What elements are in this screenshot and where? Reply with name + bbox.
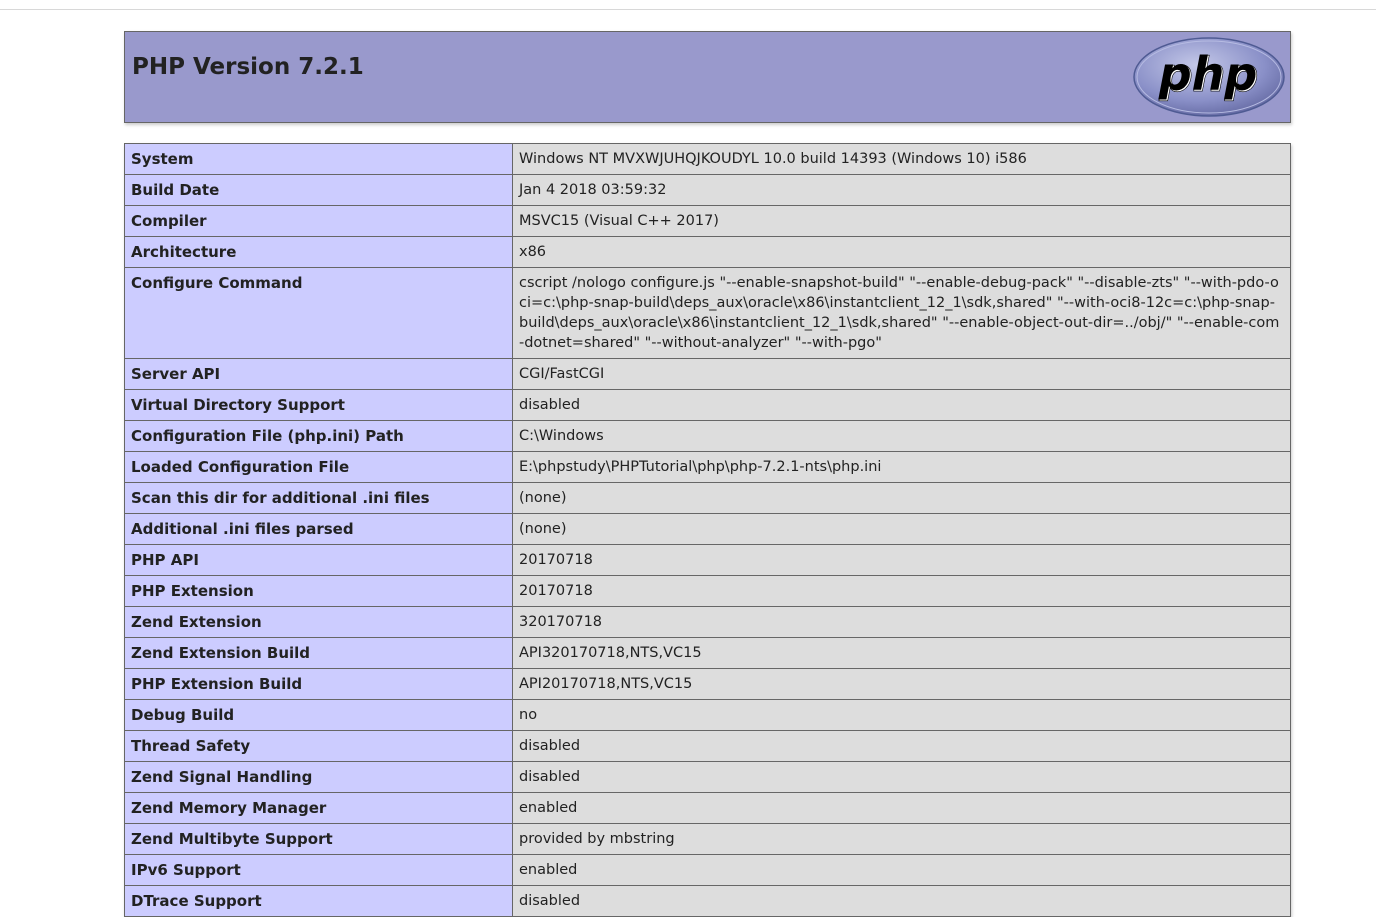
table-row: Configuration File (php.ini) Path C:\Wind… bbox=[124, 420, 1291, 452]
info-value: MSVC15 (Visual C++ 2017) bbox=[512, 205, 1291, 237]
info-key: Zend Multibyte Support bbox=[124, 823, 513, 855]
info-key: Scan this dir for additional .ini files bbox=[124, 482, 513, 514]
table-row: Configure Command cscript /nologo configu… bbox=[124, 267, 1291, 359]
info-key: Thread Safety bbox=[124, 730, 513, 762]
php-logo[interactable]: php php bbox=[1132, 35, 1286, 119]
info-key: Server API bbox=[124, 358, 513, 390]
info-key: Architecture bbox=[124, 236, 513, 268]
table-row: Zend Extension Build API320170718,NTS,VC1… bbox=[124, 637, 1291, 669]
info-key: Debug Build bbox=[124, 699, 513, 731]
info-key: IPv6 Support bbox=[124, 854, 513, 886]
info-key: Virtual Directory Support bbox=[124, 389, 513, 421]
table-row: Server API CGI/FastCGI bbox=[124, 358, 1291, 390]
info-value: 20170718 bbox=[512, 544, 1291, 576]
table-row: Zend Memory Manager enabled bbox=[124, 792, 1291, 824]
table-row: Virtual Directory Support disabled bbox=[124, 389, 1291, 421]
info-key: PHP API bbox=[124, 544, 513, 576]
info-value: enabled bbox=[512, 792, 1291, 824]
table-row: Architecture x86 bbox=[124, 236, 1291, 268]
info-value: cscript /nologo configure.js "--enable-s… bbox=[512, 267, 1291, 359]
info-key: PHP Extension bbox=[124, 575, 513, 607]
info-value: CGI/FastCGI bbox=[512, 358, 1291, 390]
info-key: Configure Command bbox=[124, 267, 513, 359]
table-row: DTrace Support disabled bbox=[124, 885, 1291, 917]
php-version-header: PHP Version 7.2.1 php php bbox=[124, 31, 1291, 123]
info-key: DTrace Support bbox=[124, 885, 513, 917]
page-title: PHP Version 7.2.1 bbox=[132, 54, 364, 80]
table-row: Loaded Configuration File E:\phpstudy\PHP… bbox=[124, 451, 1291, 483]
top-divider bbox=[0, 9, 1376, 10]
table-row: Debug Build no bbox=[124, 699, 1291, 731]
info-key: PHP Extension Build bbox=[124, 668, 513, 700]
info-key: Zend Extension bbox=[124, 606, 513, 638]
info-key: Compiler bbox=[124, 205, 513, 237]
info-value: E:\phpstudy\PHPTutorial\php\php-7.2.1-nt… bbox=[512, 451, 1291, 483]
info-key: Configuration File (php.ini) Path bbox=[124, 420, 513, 452]
info-value: disabled bbox=[512, 389, 1291, 421]
php-info-table: System Windows NT MVXWJUHQJKOUDYL 10.0 bu… bbox=[124, 143, 1291, 917]
info-value: x86 bbox=[512, 236, 1291, 268]
table-row: Zend Extension 320170718 bbox=[124, 606, 1291, 638]
table-row: PHP Extension Build API20170718,NTS,VC15 bbox=[124, 668, 1291, 700]
table-row: Additional .ini files parsed (none) bbox=[124, 513, 1291, 545]
info-value: disabled bbox=[512, 730, 1291, 762]
table-row: Zend Signal Handling disabled bbox=[124, 761, 1291, 793]
php-logo-shadow: php bbox=[1158, 47, 1258, 101]
info-key: System bbox=[124, 143, 513, 175]
info-key: Additional .ini files parsed bbox=[124, 513, 513, 545]
info-value: 20170718 bbox=[512, 575, 1291, 607]
table-row: PHP API 20170718 bbox=[124, 544, 1291, 576]
info-key: Zend Memory Manager bbox=[124, 792, 513, 824]
table-row: Compiler MSVC15 (Visual C++ 2017) bbox=[124, 205, 1291, 237]
info-value: (none) bbox=[512, 513, 1291, 545]
info-value: API320170718,NTS,VC15 bbox=[512, 637, 1291, 669]
table-row: Thread Safety disabled bbox=[124, 730, 1291, 762]
info-value: 320170718 bbox=[512, 606, 1291, 638]
info-value: API20170718,NTS,VC15 bbox=[512, 668, 1291, 700]
info-value: disabled bbox=[512, 885, 1291, 917]
table-row: PHP Extension 20170718 bbox=[124, 575, 1291, 607]
info-value: disabled bbox=[512, 761, 1291, 793]
info-key: Zend Signal Handling bbox=[124, 761, 513, 793]
table-row: IPv6 Support enabled bbox=[124, 854, 1291, 886]
info-key: Loaded Configuration File bbox=[124, 451, 513, 483]
info-value: C:\Windows bbox=[512, 420, 1291, 452]
table-row: Build Date Jan 4 2018 03:59:32 bbox=[124, 174, 1291, 206]
info-value: Windows NT MVXWJUHQJKOUDYL 10.0 build 14… bbox=[512, 143, 1291, 175]
info-value: (none) bbox=[512, 482, 1291, 514]
table-row: Zend Multibyte Support provided by mbstri… bbox=[124, 823, 1291, 855]
table-row: Scan this dir for additional .ini files(… bbox=[124, 482, 1291, 514]
info-value: no bbox=[512, 699, 1291, 731]
info-value: provided by mbstring bbox=[512, 823, 1291, 855]
table-row: System Windows NT MVXWJUHQJKOUDYL 10.0 bu… bbox=[124, 143, 1291, 175]
info-value: Jan 4 2018 03:59:32 bbox=[512, 174, 1291, 206]
info-key: Zend Extension Build bbox=[124, 637, 513, 669]
info-value: enabled bbox=[512, 854, 1291, 886]
info-key: Build Date bbox=[124, 174, 513, 206]
